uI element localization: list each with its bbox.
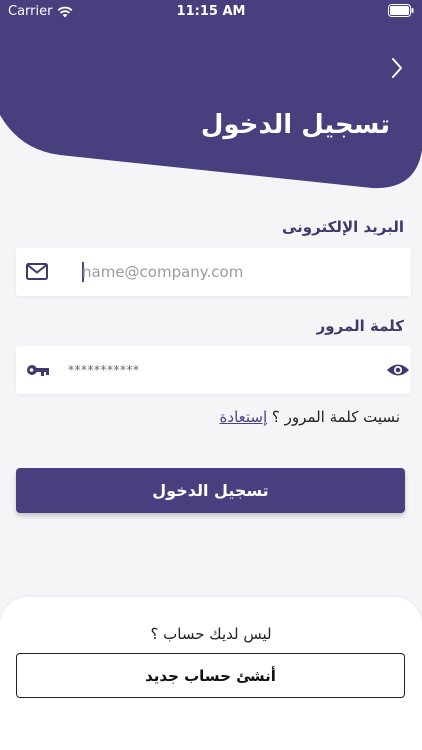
mail-icon xyxy=(26,262,48,280)
password-field-container: *********** xyxy=(16,346,411,394)
forgot-password-row: نسيت كلمة المرور ؟ إستعادة xyxy=(220,408,400,426)
login-button[interactable]: تسجيل الدخول xyxy=(16,468,405,513)
header-background xyxy=(0,0,422,189)
recover-password-link[interactable]: إستعادة xyxy=(220,408,268,426)
key-icon xyxy=(26,362,50,378)
password-label: كلمة المرور xyxy=(316,317,404,335)
battery-icon xyxy=(388,4,414,21)
no-account-text: ليس لديك حساب ؟ xyxy=(150,625,272,643)
back-button[interactable] xyxy=(386,55,408,81)
create-account-button[interactable]: أنشئ حساب جديد xyxy=(16,653,405,698)
chevron-right-icon xyxy=(392,58,402,78)
header: Carrier 11:15 AM تسجيل الدخول xyxy=(0,0,422,200)
email-label: البريد الإلكترونى xyxy=(282,218,404,236)
email-input[interactable] xyxy=(82,257,382,287)
password-input[interactable]: *********** xyxy=(68,363,140,377)
status-bar: Carrier 11:15 AM xyxy=(0,0,422,22)
forgot-password-text: نسيت كلمة المرور ؟ xyxy=(271,408,400,426)
email-field-container xyxy=(16,248,411,296)
page-title: تسجيل الدخول xyxy=(200,110,390,140)
eye-icon[interactable] xyxy=(386,360,410,380)
clock: 11:15 AM xyxy=(176,4,246,19)
